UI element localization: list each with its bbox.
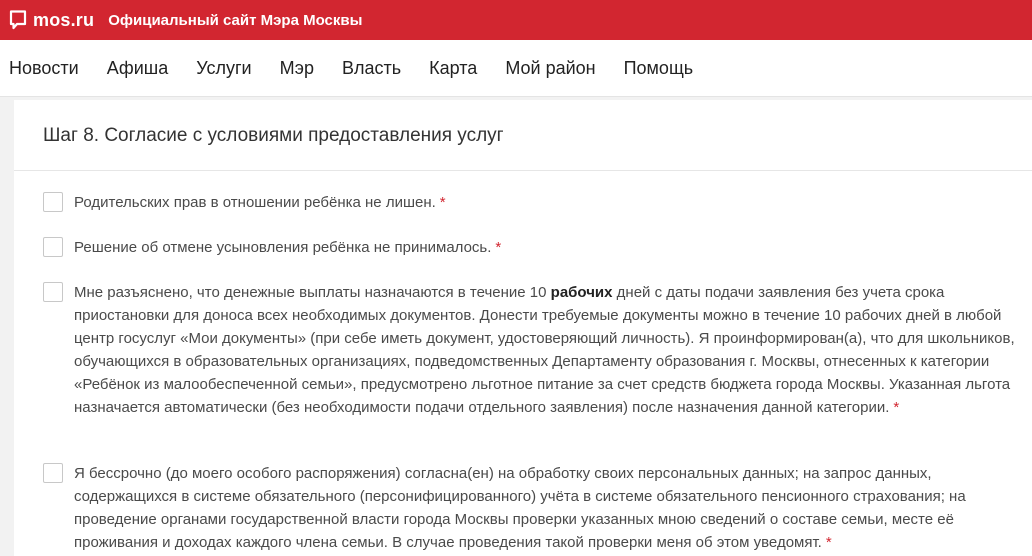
top-header: mos.ru Официальный сайт Мэра Москвы: [0, 0, 1032, 40]
consent-item-payments: Мне разъяснено, что денежные выплаты наз…: [43, 281, 1018, 419]
required-asterisk: *: [825, 534, 832, 551]
nav-item-map[interactable]: Карта: [429, 58, 477, 79]
consent-checkbox-adoption[interactable]: [43, 237, 63, 257]
consent-text-before: Мне разъяснено, что денежные выплаты наз…: [74, 284, 551, 301]
nav-item-help[interactable]: Помощь: [624, 58, 694, 79]
consent-label: Я бессрочно (до моего особого распоряжен…: [74, 462, 1018, 554]
step-title: Шаг 8. Согласие с условиями предоставлен…: [43, 125, 504, 146]
consent-checkbox-payments[interactable]: [43, 282, 63, 302]
required-asterisk: *: [495, 239, 502, 256]
required-asterisk: *: [893, 399, 900, 416]
consent-item-parental-rights: Родительских прав в отношении ребёнка не…: [43, 191, 1018, 214]
consent-checkbox-parental-rights[interactable]: [43, 192, 63, 212]
consent-text: Я бессрочно (до моего особого распоряжен…: [74, 465, 966, 551]
consent-text: Решение об отмене усыновления ребёнка не…: [74, 239, 492, 256]
required-asterisk: *: [439, 194, 446, 211]
nav-item-afisha[interactable]: Афиша: [107, 58, 169, 79]
mos-logo-icon: [9, 10, 27, 30]
nav-item-authority[interactable]: Власть: [342, 58, 401, 79]
nav-item-services[interactable]: Услуги: [196, 58, 251, 79]
main-navigation: Новости Афиша Услуги Мэр Власть Карта Мо…: [0, 40, 1032, 97]
form-card: Шаг 8. Согласие с условиями предоставлен…: [14, 100, 1032, 556]
consent-label: Решение об отмене усыновления ребёнка не…: [74, 236, 501, 259]
divider: [14, 170, 1032, 171]
consent-item-personal-data: Я бессрочно (до моего особого распоряжен…: [43, 462, 1018, 554]
consent-checkbox-personal-data[interactable]: [43, 463, 63, 483]
site-title: Официальный сайт Мэра Москвы: [108, 11, 363, 29]
nav-item-mayor[interactable]: Мэр: [280, 58, 314, 79]
consent-item-adoption: Решение об отмене усыновления ребёнка не…: [43, 236, 1018, 259]
site-logo[interactable]: mos.ru: [9, 10, 94, 31]
consent-label: Мне разъяснено, что денежные выплаты наз…: [74, 281, 1018, 419]
nav-item-my-district[interactable]: Мой район: [505, 58, 595, 79]
consent-text-after: дней с даты подачи заявления без учета с…: [74, 284, 1015, 416]
nav-item-news[interactable]: Новости: [9, 58, 79, 79]
consent-label: Родительских прав в отношении ребёнка не…: [74, 191, 446, 214]
consent-text: Родительских прав в отношении ребёнка не…: [74, 194, 436, 211]
logo-text: mos.ru: [33, 9, 95, 30]
consent-text-bold: рабочих: [550, 284, 613, 301]
